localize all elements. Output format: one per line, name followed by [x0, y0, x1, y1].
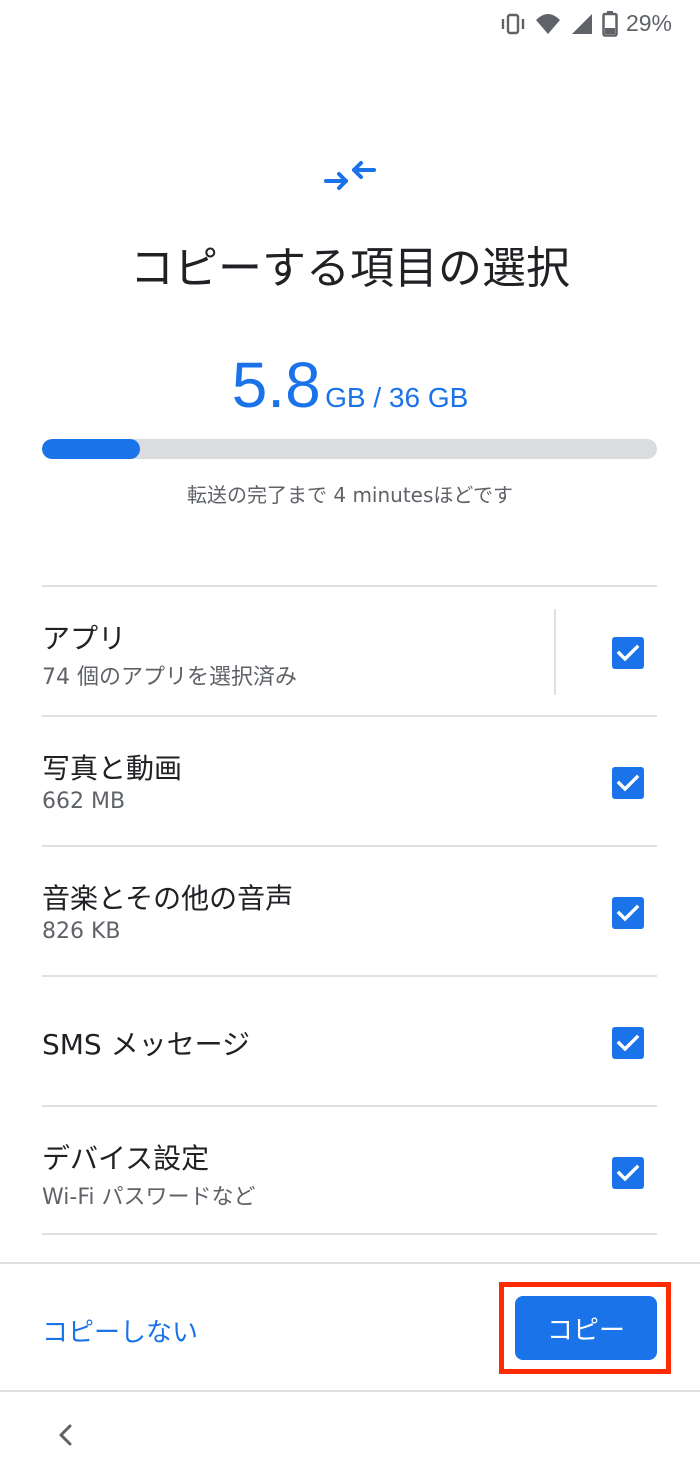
- check-icon: [616, 774, 640, 792]
- music-audio-checkbox[interactable]: [612, 897, 644, 929]
- storage-used: 5.8: [231, 349, 321, 421]
- apps-checkbox[interactable]: [612, 637, 644, 669]
- storage-total: GB / 36 GB: [325, 382, 469, 413]
- progress-fill: [42, 439, 141, 459]
- cell-signal-icon: [570, 12, 594, 36]
- storage-size: 5.8 GB / 36 GB: [0, 348, 700, 422]
- action-bar: コピーしない コピー: [0, 1262, 700, 1392]
- sms-checkbox[interactable]: [612, 1027, 644, 1059]
- battery-icon: [602, 10, 618, 37]
- wifi-icon: [534, 12, 562, 36]
- row-divider: [554, 609, 556, 695]
- check-icon: [616, 1164, 640, 1182]
- photos-videos-checkbox[interactable]: [612, 767, 644, 799]
- item-title: デバイス設定: [42, 1142, 210, 1175]
- list-item-photos-videos[interactable]: 写真と動画 662 MB: [42, 715, 657, 845]
- back-chevron-icon[interactable]: [52, 1420, 80, 1450]
- transfer-eta: 転送の完了まで 4 minutesほどです: [187, 483, 513, 507]
- check-icon: [616, 904, 640, 922]
- item-subtitle: Wi-Fi パスワードなど: [42, 1185, 256, 1210]
- list-item-device-settings[interactable]: デバイス設定 Wi-Fi パスワードなど: [42, 1105, 657, 1235]
- item-subtitle: 74 個のアプリを選択済み: [42, 665, 297, 690]
- item-subtitle: 662 MB: [42, 789, 126, 814]
- list-item-apps[interactable]: アプリ 74 個のアプリを選択済み: [42, 585, 657, 715]
- item-title: 音楽とその他の音声: [42, 882, 294, 915]
- copy-button[interactable]: コピー: [515, 1296, 657, 1360]
- copy-items-list: アプリ 74 個のアプリを選択済み 写真と動画 662 MB 音楽とその他の音声…: [42, 585, 657, 1235]
- item-title: SMS メッセージ: [42, 1028, 251, 1061]
- dont-copy-button[interactable]: コピーしない: [42, 1312, 198, 1349]
- status-bar: 29%: [0, 0, 700, 50]
- battery-percent: 29%: [625, 10, 672, 36]
- device-settings-checkbox[interactable]: [612, 1157, 644, 1189]
- list-item-music-audio[interactable]: 音楽とその他の音声 826 KB: [42, 845, 657, 975]
- item-title: アプリ: [42, 622, 127, 655]
- page-title: コピーする項目の選択: [130, 243, 570, 294]
- check-icon: [616, 644, 640, 662]
- item-title: 写真と動画: [42, 752, 183, 785]
- check-icon: [616, 1034, 640, 1052]
- transfer-progress-bar: [42, 439, 657, 459]
- transfer-arrows-icon: [322, 156, 378, 196]
- item-subtitle: 826 KB: [42, 919, 121, 944]
- vibrate-icon: [500, 12, 526, 36]
- status-icons: 29%: [500, 10, 672, 37]
- list-item-sms[interactable]: SMS メッセージ: [42, 975, 657, 1105]
